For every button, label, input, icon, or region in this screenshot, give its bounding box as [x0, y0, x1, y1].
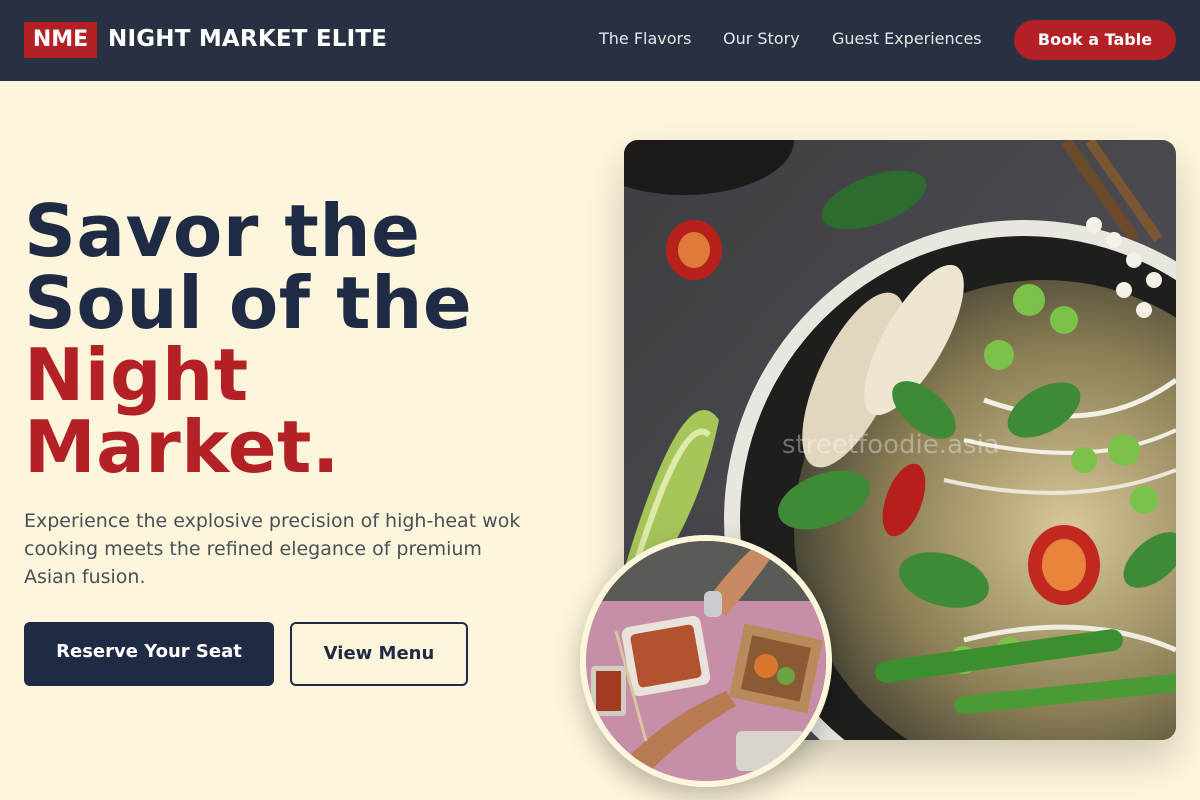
- view-menu-button[interactable]: View Menu: [290, 622, 468, 686]
- nav-link-flavors[interactable]: The Flavors: [599, 28, 691, 50]
- nav-link-guest-experiences[interactable]: Guest Experiences: [832, 28, 982, 50]
- brand-name[interactable]: NIGHT MARKET ELITE: [108, 24, 387, 55]
- hero-tagline: Experience the explosive precision of hi…: [24, 510, 521, 588]
- navbar: NME NIGHT MARKET ELITE The Flavors Our S…: [0, 0, 1200, 81]
- nav-link-our-story[interactable]: Our Story: [723, 28, 800, 50]
- logo-badge[interactable]: NME: [24, 22, 97, 58]
- image-watermark: streetfoodie.asia: [782, 430, 1000, 460]
- book-table-button[interactable]: Book a Table: [1014, 20, 1176, 60]
- headline-line-4: Market.: [24, 405, 340, 489]
- hero-headline: Savor the Soul of the Night Market.: [24, 195, 472, 483]
- street-food-inset-image: [580, 535, 832, 787]
- headline-line-2: Soul of the: [24, 261, 473, 345]
- headline-line-3: Night: [24, 333, 249, 417]
- reserve-seat-button[interactable]: Reserve Your Seat: [24, 622, 274, 686]
- headline-line-1: Savor the: [24, 189, 421, 273]
